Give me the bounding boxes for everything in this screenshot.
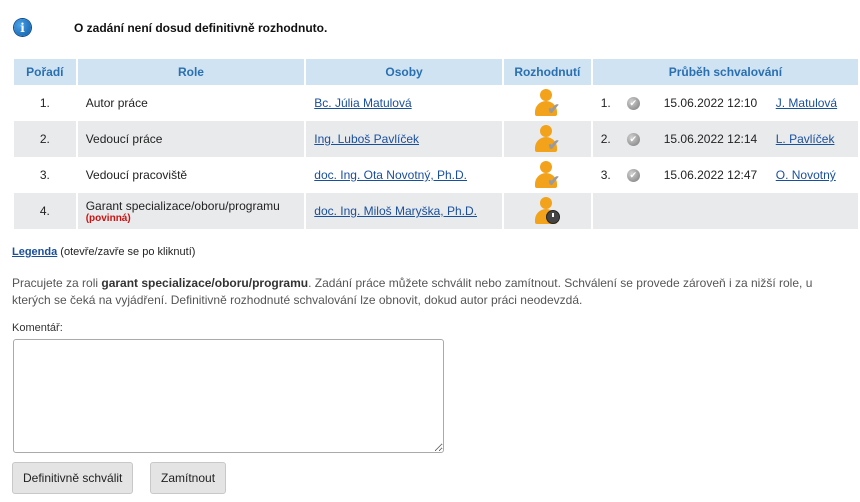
person-approved-icon: ✔ xyxy=(532,160,562,190)
approve-button[interactable]: Definitivně schválit xyxy=(12,462,134,494)
status-notice: i O zadání není dosud definitivně rozhod… xyxy=(14,19,327,36)
progress-empty xyxy=(592,193,858,229)
reject-button[interactable]: Zamítnout xyxy=(150,462,227,494)
progress-number: 1. xyxy=(600,96,611,110)
row-number: 4. xyxy=(14,193,76,229)
header-rozhodnuti: Rozhodnutí xyxy=(503,59,591,85)
table-row: 4. Garant specializace/oboru/programu (p… xyxy=(14,193,858,229)
info-paragraph: Pracujete za roli garant specializace/ob… xyxy=(12,275,832,309)
progress-date: 15.06.2022 12:14 xyxy=(663,132,758,146)
progress-person-link[interactable]: O. Novotný xyxy=(776,168,836,182)
approval-table: Pořadí Role Osoby Rozhodnutí Průběh schv… xyxy=(12,59,860,229)
row-role: Autor práce xyxy=(85,96,148,110)
row-role: Vedoucí pracoviště xyxy=(85,168,188,182)
progress-date: 15.06.2022 12:10 xyxy=(663,96,758,110)
approved-tick-icon: ✔ xyxy=(626,96,640,110)
person-pending-icon xyxy=(532,196,562,226)
header-poradi: Pořadí xyxy=(14,59,76,85)
row-number: 3. xyxy=(39,168,50,182)
header-prubeh: Průběh schvalování xyxy=(592,59,858,85)
progress-person-link[interactable]: J. Matulová xyxy=(776,96,837,110)
row-role: Garant specializace/oboru/programu xyxy=(85,198,280,213)
notice-text: O zadání není dosud definitivně rozhodnu… xyxy=(74,20,328,35)
table-row: 1. Autor práce Bc. Júlia Matulová ✔ 1. ✔… xyxy=(14,85,858,121)
required-note: (povinná) xyxy=(85,212,131,224)
progress-number: 3. xyxy=(600,168,611,182)
person-approved-icon: ✔ xyxy=(532,88,562,118)
progress-date: 15.06.2022 12:47 xyxy=(663,168,758,182)
person-approved-icon: ✔ xyxy=(532,124,562,154)
header-role: Role xyxy=(77,59,305,85)
legend-hint: (otevře/zavře se po kliknutí) xyxy=(60,246,196,258)
progress-number: 2. xyxy=(600,132,611,146)
approved-tick-icon: ✔ xyxy=(626,132,640,146)
info-role: garant specializace/oboru/programu xyxy=(101,276,309,290)
person-link[interactable]: Ing. Luboš Pavlíček xyxy=(314,132,419,146)
row-role: Vedoucí práce xyxy=(77,121,305,157)
row-number: 1. xyxy=(39,96,50,110)
person-link[interactable]: Bc. Júlia Matulová xyxy=(314,96,411,110)
approved-tick-icon: ✔ xyxy=(626,168,640,182)
legend-link[interactable]: Legenda xyxy=(12,246,57,258)
progress-person-link[interactable]: L. Pavlíček xyxy=(776,132,835,146)
table-row: 3. Vedoucí pracoviště doc. Ing. Ota Novo… xyxy=(14,157,858,193)
legend: Legenda (otevře/zavře se po kliknutí) xyxy=(12,246,195,258)
table-row: 2. Vedoucí práce Ing. Luboš Pavlíček ✔ 2… xyxy=(14,121,858,157)
info-icon: i xyxy=(14,19,31,36)
info-text-start: Pracujete za roli xyxy=(12,276,102,290)
comment-label: Komentář: xyxy=(12,322,63,334)
person-link[interactable]: doc. Ing. Miloš Maryška, Ph.D. xyxy=(314,204,477,218)
header-osoby: Osoby xyxy=(306,59,502,85)
comment-textarea[interactable] xyxy=(13,339,444,453)
row-number: 2. xyxy=(14,121,76,157)
person-link[interactable]: doc. Ing. Ota Novotný, Ph.D. xyxy=(314,168,467,182)
